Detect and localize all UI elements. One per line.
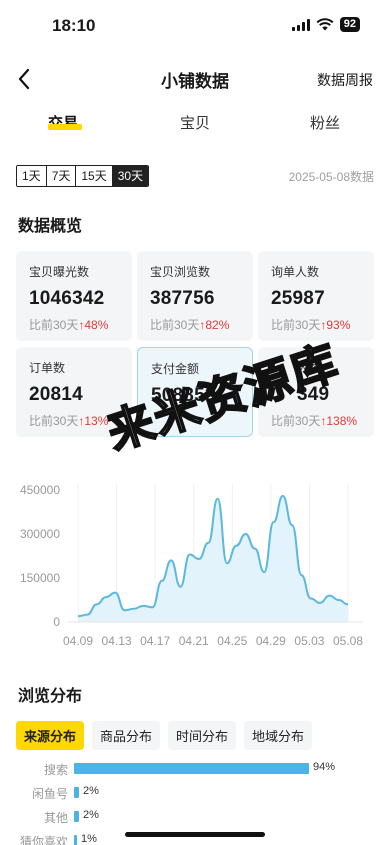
tab-product[interactable]: 商品分布 — [92, 721, 161, 750]
bar-label: 猜你喜欢 — [19, 835, 68, 845]
tab-items[interactable]: 宝贝 — [180, 112, 210, 133]
distribution-title: 浏览分布 — [18, 688, 83, 705]
tab-fans[interactable]: 粉丝 — [310, 112, 340, 133]
home-indicator[interactable] — [125, 832, 265, 837]
data-date: 2025-05-08数据 — [288, 170, 374, 184]
metric-label: 询单人数 — [271, 265, 320, 279]
bar-percent: 94% — [313, 761, 336, 773]
active-tab-indicator — [48, 124, 82, 130]
weekly-report-link[interactable]: 数据周报 — [317, 70, 373, 90]
signal-icon — [291, 18, 310, 31]
bar-fill — [74, 787, 79, 798]
bar-row: 搜索 94% — [0, 760, 390, 778]
nav-bar: 小铺数据 数据周报 — [0, 55, 390, 103]
bar-fill — [74, 811, 79, 822]
metric-compare: 比前30天↑138% — [271, 414, 358, 428]
bar-label: 闲鱼号 — [31, 787, 68, 801]
overview-title: 数据概览 — [18, 218, 83, 235]
battery-icon: 92 — [339, 17, 360, 32]
range-option-7d[interactable]: 7天 — [46, 166, 77, 186]
metric-change: ↑48% — [78, 318, 109, 332]
tab-region[interactable]: 地域分布 — [244, 721, 313, 750]
metric-change: ↑82% — [199, 318, 230, 332]
x-tick-label: 04.25 — [217, 634, 247, 648]
metric-card-exposure[interactable]: 宝贝曝光数 1046342 比前30天↑48% — [16, 251, 132, 341]
bar-label: 其他 — [43, 811, 68, 825]
bar-fill — [74, 763, 309, 774]
tab-source[interactable]: 来源分布 — [16, 721, 85, 750]
y-tick-label: 450000 — [20, 483, 60, 497]
y-tick-label: 300000 — [20, 527, 60, 541]
x-tick-label: 05.03 — [294, 634, 324, 648]
bar-row: 其他 2% — [0, 808, 390, 826]
status-bar: 18:10 92 — [0, 0, 390, 50]
y-tick-label: 0 — [53, 615, 60, 629]
range-option-1d[interactable]: 1天 — [17, 166, 47, 186]
x-tick-label: 04.29 — [256, 634, 286, 648]
bar-percent: 2% — [83, 785, 99, 797]
distribution-tabs: 来源分布 商品分布 时间分布 地域分布 — [16, 721, 313, 750]
metric-card-views[interactable]: 宝贝浏览数 387756 比前30天↑82% — [137, 251, 253, 341]
metric-card-inquiries[interactable]: 询单人数 25987 比前30天↑93% — [258, 251, 374, 341]
range-option-30d[interactable]: 30天 — [112, 166, 149, 186]
range-row: 1天 7天 15天 30天 2025-05-08数据 — [16, 165, 374, 187]
metric-label: 宝贝浏览数 — [150, 265, 211, 279]
metric-label: 订单数 — [29, 361, 66, 375]
y-tick-label: 150000 — [20, 571, 60, 585]
bar-row: 闲鱼号 2% — [0, 784, 390, 802]
trend-chart: 450000 300000 150000 0 04.09 04.13 04.17 04.21 0… — [0, 470, 390, 660]
bar-label: 搜索 — [43, 763, 68, 777]
bar-fill — [74, 835, 77, 845]
metric-change: ↑138% — [320, 414, 358, 428]
wifi-icon — [316, 18, 334, 31]
x-tick-label: 04.09 — [63, 634, 93, 648]
bar-percent: 2% — [83, 809, 99, 821]
tab-time[interactable]: 时间分布 — [168, 721, 237, 750]
bar-percent: 1% — [81, 833, 97, 845]
x-tick-label: 04.13 — [102, 634, 132, 648]
x-tick-label: 04.21 — [179, 634, 209, 648]
status-icons: 92 — [291, 17, 360, 32]
range-selector: 1天 7天 15天 30天 — [16, 165, 150, 187]
trend-chart-svg: 450000 300000 150000 004.09 04.13 04.17 04.21 0… — [20, 483, 363, 648]
x-tick-label: 05.08 — [333, 634, 363, 648]
range-option-15d[interactable]: 15天 — [76, 166, 113, 186]
metric-value: 1046342 — [29, 288, 105, 309]
x-tick-label: 04.17 — [140, 634, 170, 648]
metric-compare: 比前30天↑82% — [150, 318, 230, 332]
metric-value: 387756 — [150, 288, 215, 309]
status-time: 18:10 — [52, 16, 96, 35]
metric-value: 25987 — [271, 288, 325, 309]
metric-compare: 比前30天↑48% — [29, 318, 109, 332]
metric-label: 宝贝曝光数 — [29, 265, 90, 279]
